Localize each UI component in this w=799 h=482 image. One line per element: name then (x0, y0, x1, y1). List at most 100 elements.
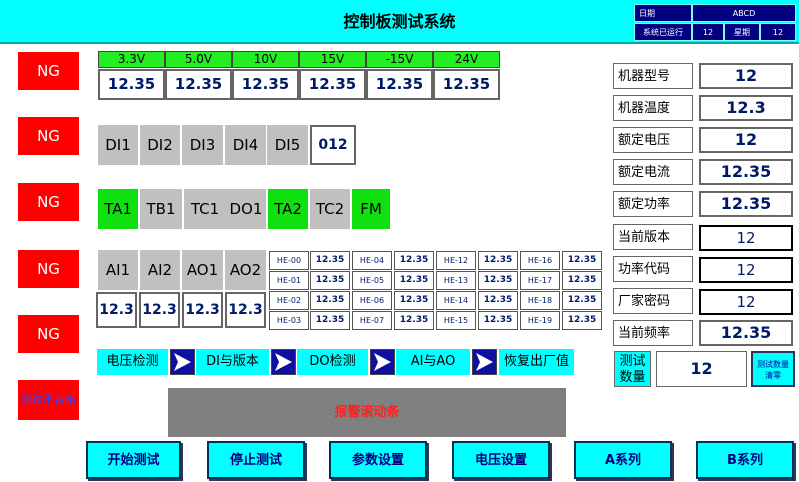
date-label: 日期 (634, 4, 692, 22)
ao2-value: 12.3 (225, 292, 266, 328)
temperature-value: 12.3 (699, 95, 793, 121)
ai1-indicator: AI1 (98, 250, 138, 290)
arrow-right-icon (170, 349, 195, 375)
voltage-label-neg15v: -15V (366, 51, 433, 68)
he-label: HE-17 (520, 271, 560, 290)
di4-indicator: DI4 (225, 125, 266, 165)
vendor-password-label: 厂家密码 (613, 288, 693, 314)
he-value: 12.35 (478, 251, 518, 270)
he-label: HE-07 (352, 311, 392, 330)
rated-current-label: 额定电流 (613, 159, 693, 185)
voltage-value-5v: 12.35 (165, 69, 232, 100)
di1-indicator: DI1 (98, 125, 138, 165)
vendor-password-value: 12 (699, 289, 793, 315)
he-value: 12.35 (310, 251, 350, 270)
runtime-value: 12 (692, 23, 724, 41)
voltage-label-5v: 5.0V (165, 51, 232, 68)
he-value: 12.35 (562, 251, 602, 270)
step-voltage-check[interactable]: 电压检测 (97, 349, 168, 375)
clear-count-button[interactable]: 测试数量清零 (751, 351, 795, 387)
voltage-value-24v: 12.35 (433, 69, 500, 100)
relay-ta2-indicator: TA2 (268, 189, 308, 229)
step-ai-ao[interactable]: AI与AO (396, 349, 470, 375)
he-label: HE-16 (520, 251, 560, 270)
relay-fm-indicator: FM (352, 189, 390, 229)
he-value: 12.35 (478, 311, 518, 330)
rated-power-label: 额定功率 (613, 191, 693, 217)
voltage-value-neg15v: 12.35 (366, 69, 433, 100)
ng-indicator-ai: NG (18, 250, 79, 288)
date-value: ABCD (692, 4, 796, 22)
he-label: HE-05 (352, 271, 392, 290)
arrow-right-icon (472, 349, 497, 375)
he-label: HE-06 (352, 291, 392, 310)
ng-indicator-voltage: NG (18, 52, 79, 90)
he-value: 12.35 (478, 271, 518, 290)
parameter-settings-button[interactable]: 参数设置 (329, 441, 427, 479)
he-label: HE-14 (436, 291, 476, 310)
he-value: 12.35 (478, 291, 518, 310)
rated-voltage-value: 12 (699, 127, 793, 153)
test-fail-indicator: 测试不合格 (18, 380, 79, 420)
version-label: 当前版本 (613, 224, 693, 250)
he-value: 12.35 (394, 271, 434, 290)
relay-tc1-indicator: TC1 (184, 189, 226, 229)
power-code-value: 12 (699, 257, 793, 283)
he-value: 12.35 (310, 271, 350, 290)
he-value: 12.35 (310, 311, 350, 330)
he-value: 12.35 (562, 311, 602, 330)
step-di-version[interactable]: DI与版本 (196, 349, 269, 375)
arrow-right-icon (370, 349, 395, 375)
ao1-value: 12.3 (182, 292, 223, 328)
he-value: 12.35 (310, 291, 350, 310)
step-restore-factory[interactable]: 恢复出厂值 (499, 349, 574, 375)
ao1-indicator: AO1 (182, 250, 223, 290)
he-label: HE-15 (436, 311, 476, 330)
ng-indicator-di: NG (18, 117, 79, 155)
di3-indicator: DI3 (182, 125, 223, 165)
voltage-label-3v3: 3.3V (98, 51, 165, 68)
voltage-label-24v: 24V (433, 51, 500, 68)
he-label: HE-00 (269, 251, 309, 270)
alarm-marquee: 报警滚动条 (168, 388, 566, 437)
relay-tc2-indicator: TC2 (310, 189, 350, 229)
he-value: 12.35 (394, 251, 434, 270)
weekday-value: 12 (760, 23, 796, 41)
b-series-button[interactable]: B系列 (696, 441, 794, 479)
he-value: 12.35 (562, 291, 602, 310)
start-test-button[interactable]: 开始测试 (86, 441, 181, 479)
ai2-indicator: AI2 (140, 250, 180, 290)
ng-indicator-restore: NG (18, 315, 79, 353)
rated-current-value: 12.35 (699, 159, 793, 185)
di-value: 012 (310, 125, 356, 165)
model-label: 机器型号 (613, 63, 693, 89)
test-count-value: 12 (656, 351, 747, 387)
step-do-check[interactable]: DO检测 (297, 349, 368, 375)
weekday-label: 星期 (724, 23, 760, 41)
he-value: 12.35 (394, 291, 434, 310)
rated-power-value: 12.35 (699, 191, 793, 217)
stop-test-button[interactable]: 停止测试 (207, 441, 305, 479)
ng-indicator-do: NG (18, 183, 79, 221)
he-label: HE-13 (436, 271, 476, 290)
voltage-value-3v3: 12.35 (98, 69, 165, 100)
he-label: HE-02 (269, 291, 309, 310)
voltage-value-15v: 12.35 (299, 69, 366, 100)
relay-do1-indicator: DO1 (226, 189, 266, 229)
he-label: HE-12 (436, 251, 476, 270)
voltage-settings-button[interactable]: 电压设置 (452, 441, 550, 479)
he-value: 12.35 (394, 311, 434, 330)
test-count-label: 测试数量 (614, 351, 651, 387)
he-label: HE-03 (269, 311, 309, 330)
temperature-label: 机器温度 (613, 95, 693, 121)
ao2-indicator: AO2 (225, 250, 266, 290)
di5-indicator: DI5 (267, 125, 308, 165)
version-value: 12 (699, 225, 793, 251)
a-series-button[interactable]: A系列 (574, 441, 672, 479)
ai2-value: 12.3 (139, 292, 180, 328)
voltage-label-10v: 10V (232, 51, 299, 68)
he-value: 12.35 (562, 271, 602, 290)
voltage-value-10v: 12.35 (232, 69, 299, 100)
rated-voltage-label: 额定电压 (613, 127, 693, 153)
he-label: HE-01 (269, 271, 309, 290)
